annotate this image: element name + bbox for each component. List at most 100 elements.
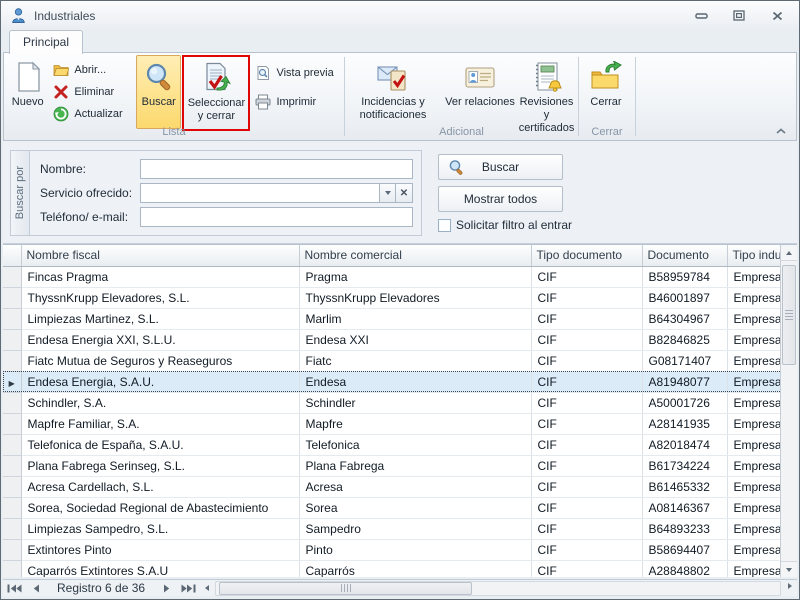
ver-relaciones-button[interactable]: Ver relaciones <box>439 56 521 128</box>
cell-nombre-fiscal[interactable]: Telefonica de España, S.A.U. <box>21 434 299 455</box>
seleccionar-y-cerrar-button[interactable]: Seleccionar y cerrar <box>184 57 248 129</box>
scroll-left-button[interactable] <box>199 581 215 596</box>
cell-nombre-fiscal[interactable]: Endesa Energia, S.A.U. <box>21 371 299 392</box>
cell-tipo-industrial[interactable]: Empresa <box>727 266 782 287</box>
cell-nombre-comercial[interactable]: Pinto <box>299 539 531 560</box>
vertical-scroll-thumb[interactable] <box>782 265 796 365</box>
cell-nombre-fiscal[interactable]: Mapfre Familiar, S.A. <box>21 413 299 434</box>
cell-nombre-fiscal[interactable]: Sorea, Sociedad Regional de Abastecimien… <box>21 497 299 518</box>
incidencias-button[interactable]: Incidencias y notificaciones <box>347 56 439 128</box>
cell-tipo-documento[interactable]: CIF <box>531 329 642 350</box>
buscar-button[interactable]: Buscar <box>438 154 563 180</box>
tab-principal[interactable]: Principal <box>9 30 83 54</box>
cell-documento[interactable]: A81948077 <box>642 371 727 392</box>
header-tipo-industrial[interactable]: Tipo industrial <box>727 245 782 266</box>
cell-documento[interactable]: A82018474 <box>642 434 727 455</box>
cell-nombre-comercial[interactable]: Plana Fabrega <box>299 455 531 476</box>
header-documento[interactable]: Documento <box>642 245 727 266</box>
cell-tipo-industrial[interactable]: Empresa <box>727 350 782 371</box>
header-tipo-documento[interactable]: Tipo documento <box>531 245 642 266</box>
cell-nombre-comercial[interactable]: Acresa <box>299 476 531 497</box>
cell-tipo-industrial[interactable]: Empresa <box>727 329 782 350</box>
table-row[interactable]: ThyssnKrupp Elevadores, S.L.ThyssnKrupp … <box>3 287 782 308</box>
revisiones-button[interactable]: Revisiones y certificados <box>519 56 574 128</box>
cell-documento[interactable]: B58694407 <box>642 539 727 560</box>
solicitar-filtro-checkbox[interactable] <box>438 219 451 232</box>
table-row[interactable]: Endesa Energia XXI, S.L.U.Endesa XXICIFB… <box>3 329 782 350</box>
cell-nombre-comercial[interactable]: Telefonica <box>299 434 531 455</box>
cell-nombre-fiscal[interactable]: Endesa Energia XXI, S.L.U. <box>21 329 299 350</box>
table-row[interactable]: Limpiezas Martinez, S.L.MarlimCIFB643049… <box>3 308 782 329</box>
cell-documento[interactable]: B61465332 <box>642 476 727 497</box>
table-row[interactable]: Plana Fabrega Serinseg, S.L.Plana Fabreg… <box>3 455 782 476</box>
first-record-button[interactable] <box>3 581 25 596</box>
cell-nombre-fiscal[interactable]: Plana Fabrega Serinseg, S.L. <box>21 455 299 476</box>
cell-nombre-comercial[interactable]: Pragma <box>299 266 531 287</box>
cell-documento[interactable]: B64893233 <box>642 518 727 539</box>
cell-tipo-industrial[interactable]: Empresa <box>727 392 782 413</box>
cerrar-button[interactable]: Cerrar <box>581 56 631 128</box>
cell-tipo-documento[interactable]: CIF <box>531 455 642 476</box>
cell-nombre-fiscal[interactable]: Limpiezas Martinez, S.L. <box>21 308 299 329</box>
previous-record-button[interactable] <box>25 581 47 596</box>
solicitar-filtro-label[interactable]: Solicitar filtro al entrar <box>456 218 572 232</box>
cell-documento[interactable]: A50001726 <box>642 392 727 413</box>
cell-nombre-comercial[interactable]: Sampedro <box>299 518 531 539</box>
last-record-button[interactable] <box>177 581 199 596</box>
cell-tipo-documento[interactable]: CIF <box>531 434 642 455</box>
cell-nombre-comercial[interactable]: Marlim <box>299 308 531 329</box>
cell-nombre-fiscal[interactable]: Extintores Pinto <box>21 539 299 560</box>
buscar-ribbon-button[interactable]: Buscar <box>136 55 181 129</box>
horizontal-scrollbar[interactable] <box>215 581 781 596</box>
cell-nombre-comercial[interactable]: Caparrós <box>299 560 531 577</box>
cell-nombre-comercial[interactable]: Schindler <box>299 392 531 413</box>
eliminar-button[interactable]: Eliminar <box>49 82 136 102</box>
cell-nombre-fiscal[interactable]: Fincas Pragma <box>21 266 299 287</box>
cell-tipo-documento[interactable]: CIF <box>531 350 642 371</box>
table-row[interactable]: ▶Endesa Energia, S.A.U.EndesaCIFA8194807… <box>3 371 782 392</box>
table-row[interactable]: Sorea, Sociedad Regional de Abastecimien… <box>3 497 782 518</box>
table-row[interactable]: Telefonica de España, S.A.U.TelefonicaCI… <box>3 434 782 455</box>
cell-tipo-documento[interactable]: CIF <box>531 497 642 518</box>
cell-tipo-documento[interactable]: CIF <box>531 539 642 560</box>
minimize-button[interactable] <box>693 9 709 23</box>
cell-tipo-industrial[interactable]: Empresa <box>727 560 782 577</box>
cell-nombre-fiscal[interactable]: Limpiezas Sampedro, S.L. <box>21 518 299 539</box>
nombre-input[interactable] <box>140 159 413 179</box>
actualizar-button[interactable]: Actualizar <box>49 104 136 124</box>
cell-documento[interactable]: G08171407 <box>642 350 727 371</box>
cell-tipo-industrial[interactable]: Empresa <box>727 287 782 308</box>
cell-tipo-documento[interactable]: CIF <box>531 560 642 577</box>
cell-nombre-fiscal[interactable]: Fiatc Mutua de Seguros y Reaseguros <box>21 350 299 371</box>
table-row[interactable]: Extintores PintoPintoCIFB58694407Empresa <box>3 539 782 560</box>
cell-tipo-industrial[interactable]: Empresa <box>727 476 782 497</box>
table-row[interactable]: Caparrós Extintores S.A.UCaparrósCIFA288… <box>3 560 782 577</box>
cell-nombre-comercial[interactable]: Fiatc <box>299 350 531 371</box>
servicio-clear-button[interactable]: ✕ <box>396 183 413 203</box>
restore-button[interactable] <box>731 9 747 23</box>
cell-nombre-comercial[interactable]: Mapfre <box>299 413 531 434</box>
cell-tipo-documento[interactable]: CIF <box>531 266 642 287</box>
cell-documento[interactable]: B64304967 <box>642 308 727 329</box>
table-row[interactable]: Mapfre Familiar, S.A.MapfreCIFA28141935E… <box>3 413 782 434</box>
cell-nombre-fiscal[interactable]: Acresa Cardellach, S.L. <box>21 476 299 497</box>
cell-tipo-documento[interactable]: CIF <box>531 287 642 308</box>
cell-tipo-industrial[interactable]: Empresa <box>727 308 782 329</box>
table-row[interactable]: Limpiezas Sampedro, S.L.SampedroCIFB6489… <box>3 518 782 539</box>
cell-tipo-industrial[interactable]: Empresa <box>727 497 782 518</box>
vista-previa-button[interactable]: Vista previa <box>251 63 342 83</box>
cell-documento[interactable]: A28141935 <box>642 413 727 434</box>
cell-tipo-documento[interactable]: CIF <box>531 413 642 434</box>
cell-tipo-documento[interactable]: CIF <box>531 518 642 539</box>
cell-tipo-industrial[interactable]: Empresa <box>727 455 782 476</box>
cell-tipo-documento[interactable]: CIF <box>531 308 642 329</box>
scroll-right-button[interactable] <box>783 578 797 593</box>
cell-tipo-industrial[interactable]: Empresa <box>727 371 782 392</box>
vertical-scrollbar[interactable] <box>780 245 797 577</box>
cell-tipo-documento[interactable]: CIF <box>531 392 642 413</box>
cell-documento[interactable]: B58959784 <box>642 266 727 287</box>
cell-documento[interactable]: B61734224 <box>642 455 727 476</box>
next-record-button[interactable] <box>155 581 177 596</box>
cell-nombre-comercial[interactable]: Endesa XXI <box>299 329 531 350</box>
cell-documento[interactable]: B46001897 <box>642 287 727 308</box>
